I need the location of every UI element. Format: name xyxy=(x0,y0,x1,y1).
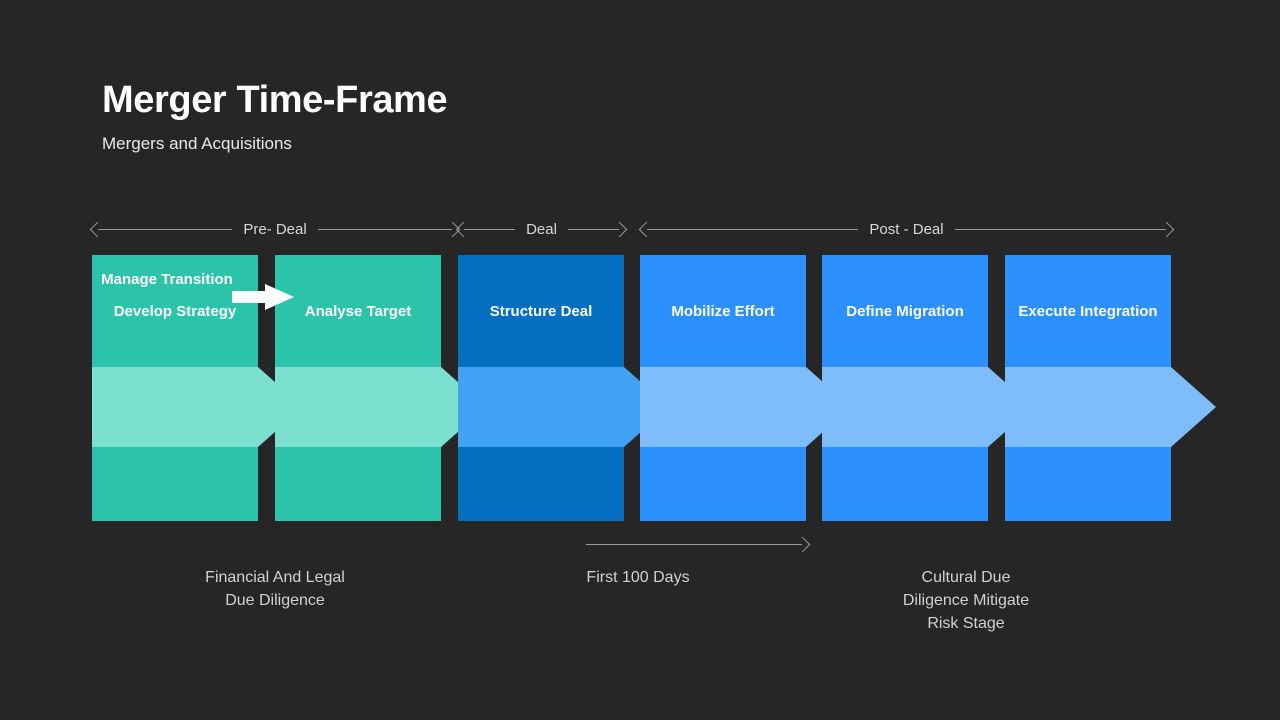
stage-title: Execute Integration xyxy=(1018,303,1158,320)
phase-timeline: Pre- Deal Deal Post - Deal xyxy=(89,215,1175,243)
stage-execute-integration[interactable]: Execute Integration xyxy=(1005,255,1216,521)
phase-post-deal: Post - Deal xyxy=(638,215,1175,243)
arrow-left-icon xyxy=(89,221,106,237)
first-100-days-arrow xyxy=(586,536,811,552)
stage-title: Analyse Target xyxy=(304,303,412,320)
stage-title: Structure Deal xyxy=(489,303,593,320)
stage-analyse-target[interactable]: Analyse Target xyxy=(275,255,486,521)
phase-label-post-deal: Post - Deal xyxy=(858,220,955,238)
stage-define-migration[interactable]: Define Migration xyxy=(822,255,1033,521)
stage-band xyxy=(275,367,486,447)
stage-title: Mobilize Effort xyxy=(671,303,775,320)
caption-cultural-due-diligence: Cultural Due Diligence Mitigate Risk Sta… xyxy=(902,569,1030,633)
header: Merger Time-Frame Mergers and Acquisitio… xyxy=(102,79,448,154)
phase-label-deal: Deal xyxy=(515,220,568,238)
phase-pre-deal: Pre- Deal xyxy=(89,215,461,243)
page-title: Merger Time-Frame xyxy=(102,79,448,121)
process-chevron-row: Develop Strategy Manage Transition Analy… xyxy=(0,255,1280,525)
stage-band xyxy=(640,367,851,447)
page-subtitle: Mergers and Acquisitions xyxy=(102,133,292,153)
stage-band xyxy=(1005,367,1216,447)
arrow-right-icon xyxy=(794,536,811,552)
arrow-right-icon xyxy=(611,221,628,237)
arrow-left-icon xyxy=(638,221,655,237)
arrow-right-icon xyxy=(1158,221,1175,237)
caption-first-100-days: First 100 Days xyxy=(586,569,690,586)
stage-band xyxy=(822,367,1033,447)
caption-financial-legal-due-diligence: Financial And Legal Due Diligence xyxy=(205,569,345,610)
stage-title: Develop Strategy xyxy=(113,303,237,320)
manage-transition-label: Manage Transition xyxy=(101,271,233,288)
stage-develop-strategy[interactable]: Develop Strategy Manage Transition xyxy=(92,255,303,521)
rule xyxy=(586,543,802,545)
phase-label-pre-deal: Pre- Deal xyxy=(232,220,318,238)
stage-band xyxy=(458,367,669,447)
arrow-left-icon xyxy=(455,221,472,237)
stage-band xyxy=(92,367,303,447)
phase-deal: Deal xyxy=(455,215,628,243)
stage-mobilize-effort[interactable]: Mobilize Effort xyxy=(640,255,851,521)
stage-title: Define Migration xyxy=(846,303,964,320)
stage-structure-deal[interactable]: Structure Deal xyxy=(458,255,669,521)
